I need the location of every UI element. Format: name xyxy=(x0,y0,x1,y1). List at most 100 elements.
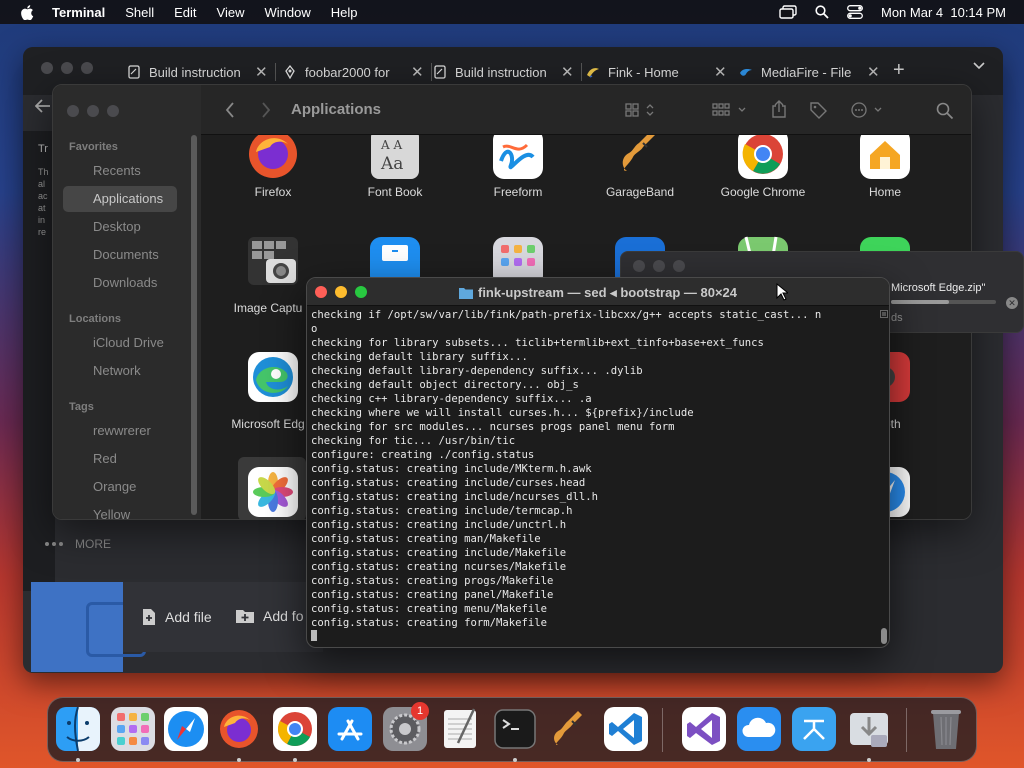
minimize-window-button[interactable] xyxy=(653,260,665,272)
menubar-clock[interactable]: Mon Mar 4 10:14 PM xyxy=(881,5,1006,20)
sidebar-item-desktop[interactable]: Desktop xyxy=(93,219,141,234)
scroll-up-icon[interactable] xyxy=(880,310,888,318)
microsoft-edge-icon[interactable] xyxy=(246,350,300,404)
close-tab-icon[interactable]: ✕ xyxy=(255,63,268,81)
terminal-scroll-thumb[interactable] xyxy=(881,628,887,644)
close-window-button[interactable] xyxy=(67,105,79,117)
terminal-line: config.status: creating menu/Makefile xyxy=(311,603,547,615)
firefox-icon[interactable] xyxy=(246,135,300,181)
new-tab-button[interactable]: + xyxy=(893,59,905,82)
sidebar-tag-yellow[interactable]: Yellow xyxy=(93,507,130,519)
zoom-window-button[interactable] xyxy=(81,62,93,74)
browser-tab-mediafire[interactable]: MediaFire - File ✕ xyxy=(739,57,880,87)
photos-icon[interactable] xyxy=(246,465,300,519)
dock-visual-studio-code[interactable] xyxy=(604,707,648,751)
dock-instruments[interactable] xyxy=(792,707,836,751)
sidebar-item-network[interactable]: Network xyxy=(93,363,141,378)
close-tab-icon[interactable]: ✕ xyxy=(561,63,574,81)
dock-visual-studio[interactable] xyxy=(682,707,726,751)
forward-chevron-icon[interactable] xyxy=(261,102,271,118)
spotlight-search-icon[interactable] xyxy=(815,5,829,19)
google-chrome-icon[interactable] xyxy=(736,135,790,181)
sidebar-tag-red[interactable]: Red xyxy=(93,451,117,466)
dock-launchpad[interactable] xyxy=(111,707,155,751)
apple-menu-icon[interactable] xyxy=(20,4,34,20)
terminal-window: fink-upstream — sed ◂ bootstrap — 80×24 … xyxy=(306,277,890,648)
sidebar-item-downloads[interactable]: Downloads xyxy=(93,275,157,290)
sidebar-item-applications[interactable]: Applications xyxy=(93,191,163,206)
terminal-line: config.status: creating ncurses/Makefile xyxy=(311,561,567,573)
zoom-window-button[interactable] xyxy=(107,105,119,117)
close-tab-icon[interactable]: ✕ xyxy=(411,63,424,81)
more-actions-icon[interactable] xyxy=(851,102,887,118)
dock-system-settings[interactable]: 1 xyxy=(383,702,429,751)
page-text-fragment: Tr xyxy=(38,143,48,155)
dock-safari[interactable] xyxy=(164,707,208,751)
home-icon[interactable] xyxy=(858,135,912,181)
close-window-button[interactable] xyxy=(633,260,645,272)
running-indicator xyxy=(867,758,871,762)
dock-garageband[interactable] xyxy=(548,707,592,751)
dock-app-store[interactable] xyxy=(328,707,372,751)
share-icon[interactable] xyxy=(771,100,787,118)
tab-label: MediaFire - File xyxy=(761,64,852,80)
group-by-icon[interactable] xyxy=(712,103,748,117)
page-text-fragment: at xyxy=(38,203,46,213)
browser-tab-build-instructions-1[interactable]: Build instruction ✕ xyxy=(127,57,276,87)
more-row[interactable]: MORE xyxy=(45,537,111,551)
browser-tab-fink-home[interactable]: Fink - Home ✕ xyxy=(586,57,727,87)
close-window-button[interactable] xyxy=(41,62,53,74)
tag-icon[interactable] xyxy=(809,101,827,119)
browser-tab-build-instructions-2[interactable]: Build instruction ✕ xyxy=(433,57,582,87)
tab-label: foobar2000 for xyxy=(305,64,390,80)
cancel-download-icon[interactable]: ✕ xyxy=(1006,297,1018,309)
back-chevron-icon[interactable] xyxy=(225,102,235,118)
add-file-button[interactable]: Add file xyxy=(141,608,212,626)
terminal-line: config.status: creating man/Makefile xyxy=(311,533,541,545)
sidebar-item-recents[interactable]: Recents xyxy=(93,163,141,178)
menu-shell[interactable]: Shell xyxy=(125,5,154,20)
terminal-line: config.status: creating progs/Makefile xyxy=(311,575,554,587)
add-folder-button[interactable]: Add fo xyxy=(235,608,303,624)
dock-firefox[interactable] xyxy=(217,707,261,751)
app-label-home: Home xyxy=(868,185,901,199)
sidebar-scrollbar[interactable] xyxy=(191,135,197,515)
dock-finder[interactable] xyxy=(56,707,100,751)
menu-help[interactable]: Help xyxy=(331,5,358,20)
dock-google-chrome[interactable] xyxy=(273,707,317,751)
terminal-scrollbar[interactable] xyxy=(880,308,888,646)
search-icon[interactable] xyxy=(936,102,954,120)
minimize-window-button[interactable] xyxy=(87,105,99,117)
garageband-icon[interactable] xyxy=(613,135,667,181)
menu-edit[interactable]: Edit xyxy=(174,5,196,20)
terminal-output[interactable]: checking if /opt/sw/var/lib/fink/path-pr… xyxy=(311,308,877,647)
sidebar-tag-orange[interactable]: Orange xyxy=(93,479,136,494)
browser-back-icon[interactable] xyxy=(35,99,51,113)
sidebar-item-icloud-drive[interactable]: iCloud Drive xyxy=(93,335,164,350)
download-progress-bar xyxy=(891,300,996,304)
dock-icloud[interactable] xyxy=(737,707,781,751)
image-capture-icon[interactable] xyxy=(246,235,300,289)
menu-window[interactable]: Window xyxy=(265,5,311,20)
tab-label: Fink - Home xyxy=(608,64,679,80)
zoom-window-button[interactable] xyxy=(673,260,685,272)
control-center-icon[interactable] xyxy=(847,5,863,19)
dock-terminal[interactable] xyxy=(493,707,537,751)
sidebar-tag-rewwrerer[interactable]: rewwrerer xyxy=(93,423,151,438)
minimize-window-button[interactable] xyxy=(61,62,73,74)
close-tab-icon[interactable]: ✕ xyxy=(714,63,727,81)
terminal-line: checking for library subsets... ticlib+t… xyxy=(311,337,764,349)
browser-tab-foobar2000[interactable]: foobar2000 for ✕ xyxy=(283,57,432,87)
dock-trash[interactable] xyxy=(924,707,968,751)
screen-mirroring-icon[interactable] xyxy=(779,5,797,19)
font-book-icon[interactable]: A A Aa xyxy=(368,135,422,181)
tab-list-chevron-icon[interactable] xyxy=(973,62,985,70)
freeform-icon[interactable] xyxy=(491,135,545,181)
dock-textedit[interactable] xyxy=(438,707,482,751)
icon-view-grid-icon[interactable] xyxy=(625,103,657,117)
dock-downloads-stack[interactable] xyxy=(847,707,891,751)
sidebar-item-documents[interactable]: Documents xyxy=(93,247,159,262)
menu-view[interactable]: View xyxy=(217,5,245,20)
close-tab-icon[interactable]: ✕ xyxy=(867,63,880,81)
menu-terminal[interactable]: Terminal xyxy=(52,5,105,20)
